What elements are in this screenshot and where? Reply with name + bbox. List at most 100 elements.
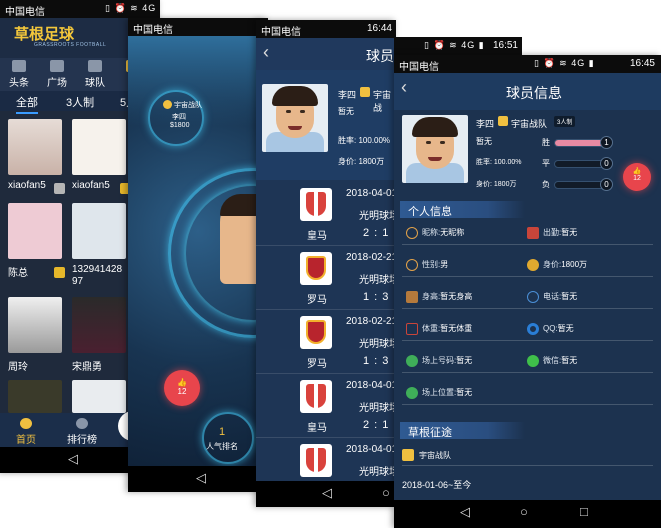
info-row: 性别:男 身价:1800万 — [402, 253, 653, 277]
popularity-rank-number: 1 — [219, 426, 226, 438]
tab-home[interactable]: 首页 — [6, 418, 46, 446]
player-card[interactable]: xiaofan5 — [72, 119, 131, 194]
real-madrid-crest-icon — [300, 444, 332, 477]
thumbs-up-icon: 👍 — [632, 168, 642, 175]
team-badge-icon — [360, 87, 370, 97]
roma-crest-icon — [300, 252, 332, 285]
carrier-label: 中国电信 — [399, 62, 439, 73]
orbit-player-value: $1800 — [170, 122, 190, 129]
section-personal-info: 个人信息 — [400, 201, 525, 218]
section-career: 草根征途 — [400, 422, 525, 439]
coin-icon — [527, 259, 539, 271]
status-bar: 中国电信 16:44 — [256, 20, 396, 38]
match-row[interactable]: 罗马 2018-02-21 光明球场 1 : 3 — [256, 246, 396, 310]
nav-back-button[interactable]: ◁ — [196, 470, 206, 486]
nav-back-button[interactable]: ◁ — [322, 485, 332, 501]
player-card[interactable] — [72, 380, 126, 413]
like-button[interactable]: 👍 12 — [623, 163, 651, 191]
thumbs-up-icon: 👍 — [177, 378, 187, 387]
behind-phone-status-bar: ▯ ⏰ ≋ 4G ▮ 16:51 — [394, 37, 522, 55]
status-bar: 中国电信 — [128, 18, 268, 36]
player-photo — [72, 380, 126, 413]
team-badge-icon — [163, 100, 172, 109]
page-title: 球员信息 — [506, 85, 562, 101]
home-icon — [20, 418, 32, 429]
trophy-icon — [76, 418, 88, 429]
stat-loss-label: 负 — [542, 180, 550, 189]
player-name: 李四 — [476, 119, 495, 129]
career-team-name: 宇宙战队 — [419, 451, 451, 460]
news-icon — [12, 60, 26, 72]
page-header: ‹ 球员 — [256, 38, 396, 70]
back-button[interactable]: ‹ — [263, 42, 269, 63]
player-photo — [8, 380, 62, 413]
match-row[interactable]: 罗马 2018-02-21 光明球场 1 : 3 — [256, 310, 396, 374]
tab-3-player[interactable]: 3人制 — [66, 94, 94, 110]
category-teams[interactable]: 球队 — [80, 60, 110, 89]
status-time: 16:44 — [366, 23, 392, 34]
match-row[interactable]: 皇马 2018-04-01 光明球场 2 : 1 — [256, 182, 396, 246]
tab-all[interactable]: 全部 — [16, 94, 38, 114]
nav-home-button[interactable]: ○ — [520, 504, 528, 519]
status-icons: ▯ ⏰ ≋ 4G ▮ — [534, 58, 595, 68]
player-portrait — [402, 115, 468, 183]
player-card[interactable]: 宋鼎勇 — [72, 297, 126, 373]
stat-draw-label: 平 — [542, 159, 550, 168]
real-madrid-crest-icon — [300, 380, 332, 413]
popularity-rank-label: 人气排名 — [206, 442, 238, 451]
roma-crest-icon — [300, 316, 332, 349]
player-card[interactable]: 陈总 — [8, 203, 65, 279]
nav-recents-button[interactable]: □ — [580, 504, 588, 519]
info-row: 体重:暂无体重 QQ:暂无 — [402, 317, 653, 341]
player-position: 暂无 — [338, 107, 354, 116]
page-header: ‹ 球员信息 — [394, 73, 661, 110]
scale-icon — [406, 323, 418, 335]
career-team-row[interactable]: 宇宙战队 — [402, 444, 653, 466]
badge-icon — [54, 183, 65, 194]
tab-leaderboard[interactable]: 排行榜 — [62, 418, 102, 446]
status-bar: 中国电信 ▯ ⏰ ≋ 4G ▮ — [0, 0, 160, 18]
player-team: 宇宙战队 — [511, 119, 548, 129]
phone-player-orbit: 中国电信 宇宙战队 李四 $1800 👍 12 1 人气排名 ◁ — [128, 18, 268, 492]
carrier-label: 中国电信 — [261, 27, 301, 38]
status-bar: 中国电信 ▯ ⏰ ≋ 4G ▮ 16:45 — [394, 55, 661, 73]
stat-loss-count: 0 — [600, 178, 613, 191]
stat-draw-count: 0 — [600, 157, 613, 170]
player-avatar-cartoon — [8, 203, 62, 259]
status-icons: ▯ ⏰ ≋ 4G ▮ — [105, 3, 160, 13]
player-photo — [8, 297, 62, 353]
user-icon — [406, 227, 418, 239]
qq-icon — [527, 323, 539, 335]
team-badge-icon — [402, 449, 414, 461]
format-badge: 3人制 — [554, 116, 576, 127]
nav-back-button[interactable]: ◁ — [460, 504, 470, 520]
match-row[interactable]: 皇马 2018-04-01 光明球场 2 : 1 — [256, 374, 396, 438]
height-icon — [406, 291, 418, 303]
system-nav-bar: ◁ — [128, 466, 268, 492]
category-headlines[interactable]: 头条 — [4, 60, 34, 89]
like-button[interactable]: 👍 12 — [164, 370, 200, 406]
app-logo-subtitle: GRASSROOTS FOOTBALL — [34, 42, 107, 48]
popularity-rank-node[interactable] — [202, 412, 254, 464]
info-row: 场上位置:暂无 — [402, 381, 653, 405]
player-photo — [8, 119, 62, 175]
player-card[interactable]: xiaofan5 — [8, 119, 65, 194]
player-avatar-cartoon — [72, 119, 126, 175]
football-icon — [406, 387, 418, 399]
nav-back-button[interactable]: ◁ — [68, 451, 78, 467]
back-button[interactable]: ‹ — [401, 77, 407, 98]
category-square[interactable]: 广场 — [42, 60, 72, 89]
player-card[interactable] — [8, 380, 62, 413]
carrier-label: 中国电信 — [5, 7, 45, 18]
plaza-icon — [50, 60, 64, 72]
gender-icon — [406, 259, 418, 271]
badge-icon — [54, 267, 65, 278]
app-logo: 草根足球 — [14, 26, 75, 43]
team-badge-icon — [498, 116, 508, 126]
player-card[interactable]: 132941428 97 — [72, 203, 126, 288]
nav-home-button[interactable]: ○ — [382, 485, 390, 500]
player-summary: 李四 宇宙战 暂无 胜率: 100.00% 身价: 1800万 — [256, 70, 396, 180]
stat-win-label: 胜 — [542, 138, 550, 147]
player-card[interactable]: 周玲 — [8, 297, 62, 373]
status-time: 16:45 — [629, 58, 655, 69]
